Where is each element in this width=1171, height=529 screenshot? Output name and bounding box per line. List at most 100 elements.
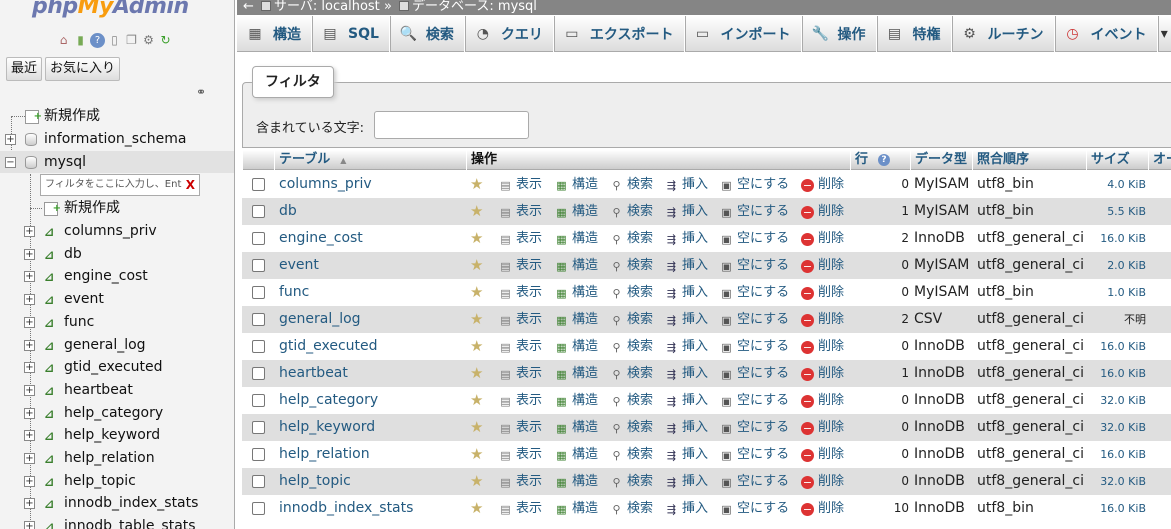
expand-icon[interactable]: +	[5, 134, 16, 145]
favorites-button[interactable]: お気に入り	[45, 57, 121, 81]
table-name-link[interactable]: help_category	[279, 387, 378, 414]
copy-icon[interactable]: ❐	[124, 33, 139, 48]
tree-table-item[interactable]: + ⊿ general_log	[0, 334, 234, 356]
expand-icon[interactable]: +	[24, 362, 35, 374]
table-name-link[interactable]: general_log	[279, 306, 361, 333]
tab-search[interactable]: 🔍 検索	[390, 16, 465, 52]
insert-action[interactable]: ⇶ 挿入	[665, 252, 708, 279]
link-icon[interactable]: ⚭	[196, 85, 206, 99]
expand-icon[interactable]: +	[24, 339, 35, 351]
help-icon[interactable]: ?	[878, 154, 891, 166]
structure-action[interactable]: ▦ 構造	[555, 198, 598, 225]
table-name-link[interactable]: help_topic	[279, 468, 351, 495]
header-type[interactable]: データ型	[910, 150, 972, 170]
structure-action[interactable]: ▦ 構造	[555, 171, 598, 198]
drop-action[interactable]: − 削除	[801, 495, 844, 522]
tree-db-mysql[interactable]: − mysql	[0, 151, 234, 173]
structure-action[interactable]: ▦ 構造	[555, 279, 598, 306]
empty-action[interactable]: ▣ 空にする	[720, 279, 789, 306]
expand-icon[interactable]: +	[24, 294, 35, 306]
favorite-star-icon[interactable]: ★	[470, 252, 483, 279]
tree-table-item[interactable]: + ⊿ columns_priv	[0, 220, 234, 242]
structure-action[interactable]: ▦ 構造	[555, 360, 598, 387]
table-name-link[interactable]: help_relation	[279, 441, 370, 468]
drop-action[interactable]: − 削除	[801, 252, 844, 279]
table-size[interactable]: 16.0 KiB	[1092, 495, 1146, 522]
drop-action[interactable]: − 削除	[801, 171, 844, 198]
doc-icon[interactable]: ▯	[107, 33, 122, 48]
favorite-star-icon[interactable]: ★	[470, 171, 483, 198]
search-action[interactable]: ⚲ 検索	[610, 306, 653, 333]
row-checkbox[interactable]	[252, 205, 265, 218]
table-name-link[interactable]: help_keyword	[279, 414, 375, 441]
browse-action[interactable]: ▤ 表示	[499, 387, 542, 414]
search-action[interactable]: ⚲ 検索	[610, 414, 653, 441]
tree-table-item[interactable]: + ⊿ help_topic	[0, 470, 234, 492]
insert-action[interactable]: ⇶ 挿入	[665, 171, 708, 198]
favorite-star-icon[interactable]: ★	[470, 468, 483, 495]
search-action[interactable]: ⚲ 検索	[610, 360, 653, 387]
expand-icon[interactable]: +	[24, 384, 35, 396]
browse-action[interactable]: ▤ 表示	[499, 252, 542, 279]
browse-action[interactable]: ▤ 表示	[499, 360, 542, 387]
empty-action[interactable]: ▣ 空にする	[720, 441, 789, 468]
search-action[interactable]: ⚲ 検索	[610, 171, 653, 198]
browse-action[interactable]: ▤ 表示	[499, 198, 542, 225]
favorite-star-icon[interactable]: ★	[470, 333, 483, 360]
empty-action[interactable]: ▣ 空にする	[720, 360, 789, 387]
tree-table-item[interactable]: + ⊿ help_relation	[0, 447, 234, 469]
table-size[interactable]: 32.0 KiB	[1092, 468, 1146, 495]
table-name-link[interactable]: innodb_index_stats	[279, 495, 413, 522]
tree-table-item[interactable]: + ⊿ heartbeat	[0, 379, 234, 401]
empty-action[interactable]: ▣ 空にする	[720, 333, 789, 360]
expand-icon[interactable]: +	[24, 453, 35, 464]
search-action[interactable]: ⚲ 検索	[610, 387, 653, 414]
structure-action[interactable]: ▦ 構造	[555, 333, 598, 360]
expand-icon[interactable]: +	[24, 475, 35, 487]
empty-action[interactable]: ▣ 空にする	[720, 252, 789, 279]
empty-action[interactable]: ▣ 空にする	[720, 171, 789, 198]
favorite-star-icon[interactable]: ★	[470, 198, 483, 225]
help-icon[interactable]: ?	[90, 33, 105, 48]
tab-import[interactable]: ▭ インポート	[685, 16, 802, 52]
drop-action[interactable]: − 削除	[801, 279, 844, 306]
header-rows[interactable]: 行?	[850, 150, 910, 170]
favorite-star-icon[interactable]: ★	[470, 414, 483, 441]
insert-action[interactable]: ⇶ 挿入	[665, 306, 708, 333]
tree-table-item[interactable]: + ⊿ engine_cost	[0, 265, 234, 287]
row-checkbox[interactable]	[252, 448, 265, 461]
insert-action[interactable]: ⇶ 挿入	[665, 333, 708, 360]
tree-filter-input[interactable]: フィルタをここに入力し、Ent X	[40, 174, 200, 196]
tree-table-item[interactable]: + ⊿ innodb_table_stats	[0, 515, 234, 529]
browse-action[interactable]: ▤ 表示	[499, 441, 542, 468]
gear-icon[interactable]: ⚙	[141, 33, 156, 48]
row-checkbox[interactable]	[252, 421, 265, 434]
breadcrumb-server[interactable]: サーバ: localhost	[274, 0, 380, 14]
browse-action[interactable]: ▤ 表示	[499, 495, 542, 522]
drop-action[interactable]: − 削除	[801, 360, 844, 387]
table-size[interactable]: 2.0 KiB	[1092, 252, 1146, 279]
tree-table-item[interactable]: + ⊿ help_keyword	[0, 424, 234, 446]
drop-action[interactable]: − 削除	[801, 225, 844, 252]
table-size[interactable]: 5.5 KiB	[1092, 198, 1146, 225]
expand-icon[interactable]: +	[24, 407, 35, 419]
expand-icon[interactable]: +	[24, 226, 35, 237]
clear-filter-icon[interactable]: X	[186, 175, 195, 195]
insert-action[interactable]: ⇶ 挿入	[665, 198, 708, 225]
structure-action[interactable]: ▦ 構造	[555, 441, 598, 468]
tab-wrench[interactable]: 🔧 操作	[802, 16, 877, 52]
empty-action[interactable]: ▣ 空にする	[720, 414, 789, 441]
insert-action[interactable]: ⇶ 挿入	[665, 441, 708, 468]
search-action[interactable]: ⚲ 検索	[610, 468, 653, 495]
structure-action[interactable]: ▦ 構造	[555, 468, 598, 495]
search-action[interactable]: ⚲ 検索	[610, 279, 653, 306]
table-size[interactable]: 1.0 KiB	[1092, 279, 1146, 306]
search-action[interactable]: ⚲ 検索	[610, 441, 653, 468]
reload-icon[interactable]: ↻	[158, 33, 173, 48]
tree-db-information-schema[interactable]: + information_schema	[0, 128, 234, 150]
expand-icon[interactable]: +	[24, 316, 35, 328]
header-collation[interactable]: 照合順序	[972, 150, 1086, 170]
browse-action[interactable]: ▤ 表示	[499, 279, 542, 306]
favorite-star-icon[interactable]: ★	[470, 279, 483, 306]
expand-icon[interactable]: +	[24, 248, 35, 260]
